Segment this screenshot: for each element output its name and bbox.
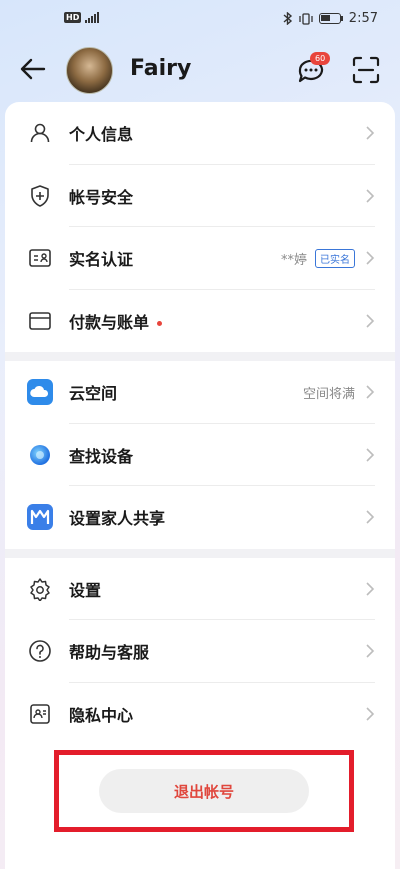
chevron-right-icon [366,448,375,462]
signal-icon [85,12,100,23]
person-icon [27,120,53,146]
menu-item-label: 设置 [69,580,102,600]
chevron-right-icon [366,510,375,524]
chevron-right-icon [366,385,375,399]
vibrate-icon [299,12,313,25]
help-icon [27,638,53,664]
menu-item-privacy[interactable]: 隐私中心 [5,683,395,746]
chevron-right-icon [366,314,375,328]
menu-item-label: 实名认证 [69,250,134,270]
menu-item-personal-info[interactable]: 个人信息 [5,102,395,165]
menu-item-label: 设置家人共享 [69,509,166,529]
menu-item-label-text: 付款与账单 [69,312,150,332]
menu-item-help[interactable]: 帮助与客服 [5,620,395,683]
logout-highlight-box: 退出帐号 [54,750,354,832]
account-group: 个人信息 帐号安全 实名认证 **婷 已实名 付款与账单 [5,102,395,352]
masked-name: **婷 [280,252,307,268]
general-group: 设置 帮助与客服 隐私中心 [5,558,395,746]
section-separator [5,352,395,361]
back-arrow-icon[interactable] [18,54,48,84]
menu-item-account-security[interactable]: 帐号安全 [5,165,395,227]
menu-item-real-name[interactable]: 实名认证 **婷 已实名 [5,227,395,290]
menu-item-label: 个人信息 [69,125,134,145]
menu-item-find-device[interactable]: 查找设备 [5,424,395,486]
menu-item-label: 云空间 [69,384,118,404]
chevron-right-icon [366,189,375,203]
chevron-right-icon [366,126,375,140]
hd-indicator: HD [64,12,82,23]
real-name-status: **婷 已实名 [280,248,355,268]
menu-item-label: 查找设备 [69,446,134,466]
menu-item-label: 付款与账单 [69,309,163,333]
cloud-icon [27,379,53,406]
shield-icon [27,183,53,209]
menu-item-payment[interactable]: 付款与账单 [5,290,395,353]
scan-icon[interactable] [352,56,380,84]
menu-item-cloud[interactable]: 云空间 空间将满 [5,361,395,424]
notification-dot [157,320,163,326]
network-indicators: HD [64,12,100,23]
chevron-right-icon [366,251,375,265]
menu-item-settings[interactable]: 设置 [5,558,395,620]
verified-badge: 已实名 [315,248,355,268]
settings-card: 个人信息 帐号安全 实名认证 **婷 已实名 付款与账单 云空间 空间将满 查找… [5,102,395,869]
chevron-right-icon [366,644,375,658]
card-icon [27,308,53,334]
section-separator [5,548,395,558]
username[interactable]: Fairy [130,56,191,81]
status-right: 2:57 [283,11,378,26]
menu-item-label: 帐号安全 [69,187,134,207]
app-header: Fairy 60 [0,40,400,102]
battery-icon [318,13,343,24]
logout-button[interactable]: 退出帐号 [99,769,309,813]
id-card-icon [27,245,53,271]
chevron-right-icon [366,707,375,721]
bluetooth-icon [283,12,292,25]
cloud-status: 空间将满 [302,386,355,402]
privacy-icon [27,701,53,727]
clock: 2:57 [348,11,378,26]
gear-icon [27,576,53,602]
menu-item-family-share[interactable]: 设置家人共享 [5,486,395,549]
menu-item-label: 帮助与客服 [69,643,150,663]
chevron-right-icon [366,582,375,596]
services-group: 云空间 空间将满 查找设备 设置家人共享 [5,361,395,549]
find-device-icon [27,442,53,468]
message-badge: 60 [310,52,331,65]
menu-item-label: 隐私中心 [69,705,134,725]
family-share-icon [27,504,53,531]
status-bar: HD 2:57 [0,0,400,40]
avatar[interactable] [66,47,113,94]
